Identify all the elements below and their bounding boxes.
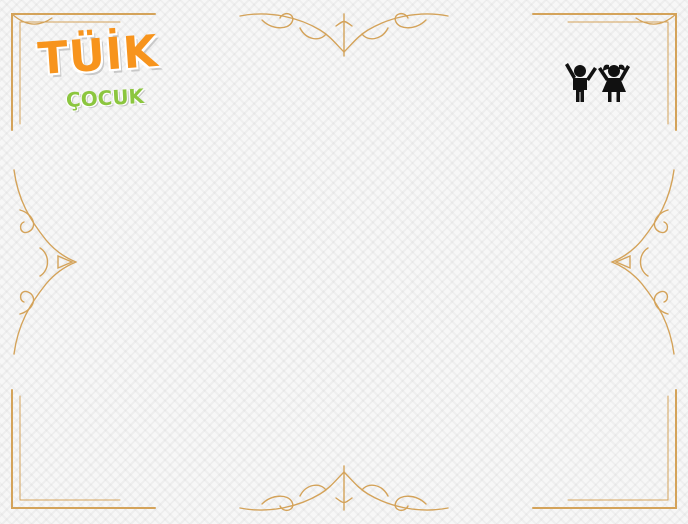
bottom-center-flourish	[239, 465, 449, 512]
right-middle-flourish	[611, 169, 675, 355]
top-center-flourish	[239, 12, 449, 57]
corner-ornament-bottom-left	[11, 389, 156, 509]
certificate-page: TÜİK ÇOCUK	[0, 0, 688, 524]
corner-ornament-bottom-right	[532, 389, 677, 509]
two-children-icon	[565, 63, 630, 102]
left-middle-flourish	[13, 169, 77, 355]
logo-title: TÜİK	[36, 25, 160, 86]
tuik-cocuk-logo[interactable]: TÜİK ÇOCUK	[34, 26, 184, 120]
logo-subtitle: ÇOCUK	[65, 83, 145, 113]
